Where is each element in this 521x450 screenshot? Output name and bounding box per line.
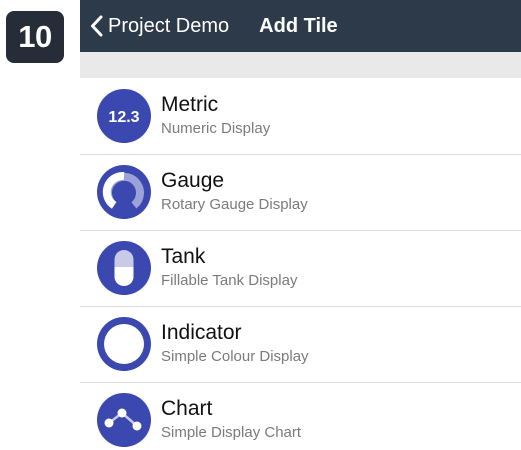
tile-text: Indicator Simple Colour Display: [161, 321, 309, 367]
tank-icon: [97, 241, 151, 295]
tile-name: Indicator: [161, 321, 242, 344]
tile-description: Numeric Display: [161, 120, 271, 137]
phone-screen: Project Demo Add Tile 12.3 Metric Numeri…: [80, 0, 521, 450]
tutorial-screenshot: 10 Project Demo Add Tile 12.3 Metric Num: [0, 0, 521, 450]
chart-icon: [97, 393, 151, 447]
tile-description: Rotary Gauge Display: [161, 196, 308, 213]
navigation-bar: Project Demo Add Tile: [80, 0, 521, 52]
back-button-label: Project Demo: [108, 14, 230, 37]
metric-icon: 12.3: [97, 89, 151, 143]
section-header: [80, 52, 521, 78]
tile-description: Fillable Tank Display: [161, 272, 298, 289]
tile-option-metric[interactable]: 12.3 Metric Numeric Display: [80, 78, 521, 154]
tile-name: Metric: [161, 93, 219, 116]
tile-name: Gauge: [161, 169, 225, 192]
tile-description: Simple Display Chart: [161, 424, 302, 441]
step-number-badge: 10: [6, 11, 64, 63]
tile-name: Chart: [161, 397, 213, 420]
indicator-icon: [97, 317, 151, 371]
tile-option-chart[interactable]: Chart Simple Display Chart: [80, 382, 521, 450]
tile-option-indicator[interactable]: Indicator Simple Colour Display: [80, 306, 521, 382]
tile-option-gauge[interactable]: Gauge Rotary Gauge Display: [80, 154, 521, 230]
svg-text:12.3: 12.3: [108, 109, 139, 126]
tile-description: Simple Colour Display: [161, 348, 309, 365]
tile-text: Tank Fillable Tank Display: [161, 245, 297, 291]
back-button[interactable]: Project Demo: [80, 0, 229, 52]
tile-name: Tank: [161, 245, 206, 268]
tile-text: Chart Simple Display Chart: [161, 397, 301, 443]
chevron-left-icon: [91, 15, 103, 37]
tile-text: Metric Numeric Display: [161, 93, 270, 139]
page-title: Add Tile: [259, 14, 338, 37]
tile-type-list: 12.3 Metric Numeric Display Gauge Rotary…: [80, 78, 521, 450]
tile-text: Gauge Rotary Gauge Display: [161, 169, 308, 215]
gauge-icon: [97, 165, 151, 219]
tile-option-tank[interactable]: Tank Fillable Tank Display: [80, 230, 521, 306]
